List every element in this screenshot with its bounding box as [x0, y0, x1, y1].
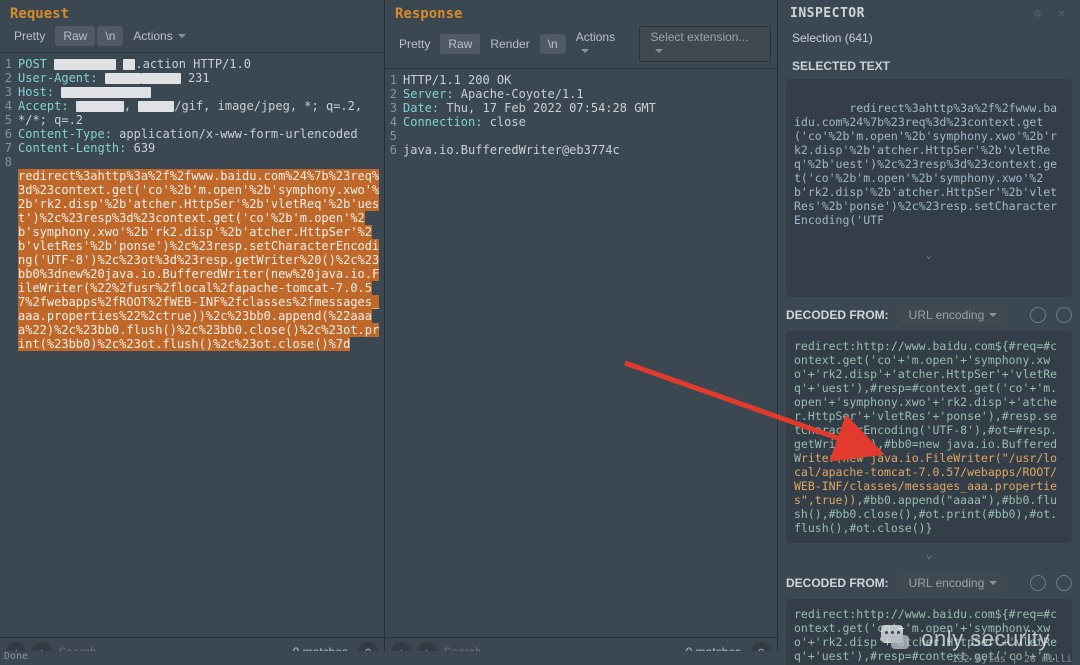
statusbar: Done [0, 651, 778, 665]
copy-icon[interactable] [1030, 575, 1046, 591]
pretty-tab[interactable]: Pretty [391, 34, 438, 54]
status-left: Done [4, 651, 28, 665]
close-icon[interactable]: ✕ [1058, 6, 1074, 22]
decode-scheme-chip[interactable]: URL encoding [899, 573, 1008, 593]
actions-menu[interactable]: Actions [568, 27, 636, 61]
more-icon[interactable] [1056, 575, 1072, 591]
watermark: only security [881, 625, 1050, 653]
selected-text-content: redirect%3ahttp%3a%2f%2fwww.baidu.com%24… [794, 101, 1057, 227]
request-gutter: 12345678 [0, 53, 14, 665]
select-extension-dropdown[interactable]: Select extension... [639, 26, 771, 62]
request-editor[interactable]: 12345678 POST .action HTTP/1.0User-Agent… [0, 52, 384, 665]
more-icon[interactable] [1056, 307, 1072, 323]
pretty-tab[interactable]: Pretty [6, 26, 53, 46]
status-right: 132 bytes | 26 milli [952, 654, 1072, 665]
response-code[interactable]: HTTP/1.1 200 OKServer: Apache-Coyote/1.1… [399, 69, 777, 665]
request-code[interactable]: POST .action HTTP/1.0User-Agent: 231Host… [14, 53, 384, 665]
response-gutter: 123456 [385, 69, 399, 665]
decoded-from-label: DECODED FROM: [786, 308, 889, 322]
response-viewbar: Pretty Raw Render \n Actions Select exte… [385, 26, 777, 68]
response-title: Response [385, 0, 777, 26]
decode-scheme-chip[interactable]: URL encoding [899, 305, 1008, 325]
chat-icon [881, 625, 911, 653]
chevron-down-icon[interactable]: ⌄ [794, 247, 1064, 261]
request-viewbar: Pretty Raw \n Actions [0, 26, 384, 52]
inspector-pane: ⚙ ✕ INSPECTOR Selection (641) SELECTED T… [778, 0, 1080, 665]
selection-count: Selection (641) [786, 29, 1072, 53]
actions-menu[interactable]: Actions [125, 26, 193, 46]
newline-tab[interactable]: \n [540, 34, 566, 54]
raw-tab[interactable]: Raw [55, 26, 95, 46]
gear-icon[interactable]: ⚙ [1034, 6, 1050, 22]
request-pane: Request Pretty Raw \n Actions 12345678 P… [0, 0, 385, 665]
decoded-block-1[interactable]: redirect:http://www.baidu.com${#req=#con… [786, 331, 1072, 543]
watermark-text: only security [921, 626, 1050, 652]
request-title: Request [0, 0, 384, 26]
response-editor[interactable]: 123456 HTTP/1.1 200 OKServer: Apache-Coy… [385, 68, 777, 665]
raw-tab[interactable]: Raw [440, 34, 480, 54]
decoded-from-label: DECODED FROM: [786, 576, 889, 590]
render-tab[interactable]: Render [482, 34, 537, 54]
chevron-down-icon[interactable]: ⌄ [786, 543, 1072, 565]
response-pane: Response Pretty Raw Render \n Actions Se… [385, 0, 778, 665]
selected-text-block[interactable]: redirect%3ahttp%3a%2f%2fwww.baidu.com%24… [786, 79, 1072, 297]
newline-tab[interactable]: \n [97, 26, 123, 46]
selected-text-hdr: SELECTED TEXT [786, 53, 1072, 79]
copy-icon[interactable] [1030, 307, 1046, 323]
